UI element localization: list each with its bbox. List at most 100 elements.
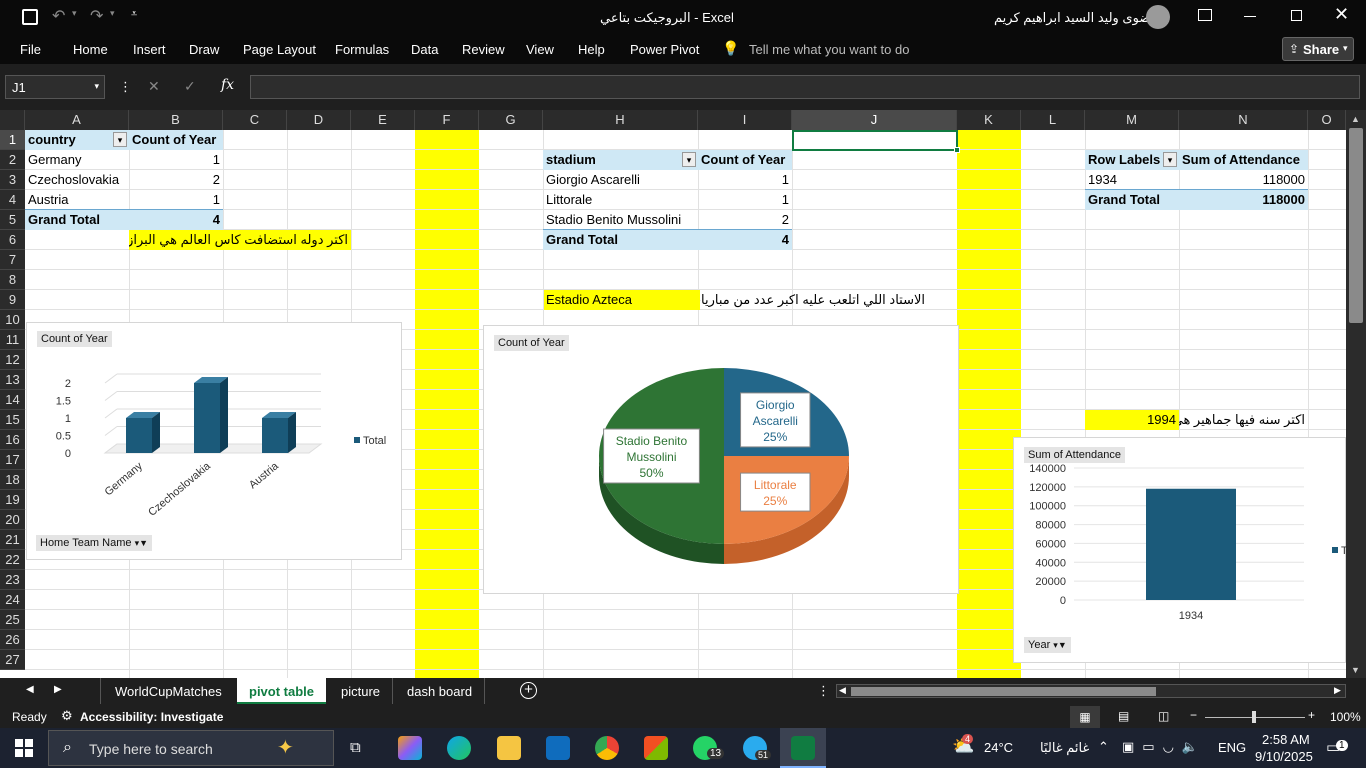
- chart3-filter-button[interactable]: Year ▾▼: [1024, 637, 1071, 653]
- close-icon[interactable]: ✕: [1334, 4, 1349, 25]
- weather-temp[interactable]: 24°C: [984, 740, 1013, 755]
- pivot1-grand-total-value[interactable]: 4: [129, 210, 223, 230]
- scroll-left-icon[interactable]: ◀: [839, 685, 846, 696]
- undo-dropdown-icon[interactable]: ▾: [72, 8, 77, 19]
- file-explorer-icon[interactable]: [497, 736, 521, 760]
- tab-file[interactable]: File: [20, 42, 41, 57]
- col-header-c[interactable]: C: [223, 110, 287, 130]
- taskbar-search[interactable]: ⌕ Type here to search ✦: [48, 730, 334, 766]
- sheet-tab-worldcupmatches[interactable]: WorldCupMatches: [100, 678, 236, 704]
- pivot1-row-value[interactable]: 1: [129, 190, 223, 210]
- note-most-hosting-country[interactable]: اكتر دوله استضافت كاس العالم هي البرازيل: [129, 230, 351, 250]
- col-header-l[interactable]: L: [1021, 110, 1085, 130]
- row-header[interactable]: 16: [0, 430, 25, 450]
- zoom-out-icon[interactable]: −: [1190, 708, 1197, 722]
- excel-taskbar-active[interactable]: [780, 728, 826, 768]
- zoom-in-icon[interactable]: +: [1308, 708, 1315, 722]
- minimize-icon[interactable]: [1244, 16, 1256, 17]
- tab-power-pivot[interactable]: Power Pivot: [630, 42, 699, 57]
- vertical-scroll-thumb[interactable]: [1349, 128, 1363, 323]
- row-header[interactable]: 13: [0, 370, 25, 390]
- tab-draw[interactable]: Draw: [189, 42, 219, 57]
- pivot2-row-value[interactable]: 2: [698, 210, 792, 230]
- note-peak-year[interactable]: 1994: [1085, 410, 1179, 430]
- row-header[interactable]: 2: [0, 150, 25, 170]
- tab-review[interactable]: Review: [462, 42, 505, 57]
- page-break-view-icon[interactable]: ◫: [1158, 709, 1169, 723]
- formula-input[interactable]: [250, 75, 1360, 99]
- normal-view-icon[interactable]: ▦: [1070, 706, 1100, 728]
- pivot2-grand-total-value[interactable]: 4: [698, 230, 792, 250]
- row-header[interactable]: 19: [0, 490, 25, 510]
- sheet-tab-dash-board[interactable]: dash board: [395, 678, 486, 704]
- pivot3-grand-total-value[interactable]: 118000: [1179, 190, 1308, 210]
- redo-icon[interactable]: ↷: [90, 6, 103, 26]
- cancel-icon[interactable]: ✕: [148, 78, 160, 95]
- undo-icon[interactable]: ↶: [52, 6, 65, 26]
- chart-count-by-country[interactable]: Count of Year 0 0.5 1 1.5 2 Germany Czechoslov…: [26, 322, 402, 560]
- col-header-e[interactable]: E: [351, 110, 415, 130]
- horizontal-scroll-thumb[interactable]: [851, 687, 1156, 696]
- col-header-b[interactable]: B: [129, 110, 223, 130]
- pivot2-row-label[interactable]: Stadio Benito Mussolini: [543, 210, 698, 230]
- tab-data[interactable]: Data: [411, 42, 438, 57]
- user-name[interactable]: رضوى وليد السيد ابراهيم كريم: [994, 10, 1157, 26]
- scroll-right-icon[interactable]: ▶: [1334, 685, 1341, 696]
- row-header[interactable]: 14: [0, 390, 25, 410]
- row-header[interactable]: 22: [0, 550, 25, 570]
- selected-cell-j1[interactable]: [792, 130, 958, 151]
- accessibility-icon[interactable]: ⚙: [61, 708, 73, 724]
- insert-function-icon[interactable]: fx: [221, 77, 234, 93]
- row-header[interactable]: 1: [0, 130, 25, 150]
- chevron-up-icon[interactable]: ⌃: [1098, 739, 1109, 755]
- pivot1-row-value[interactable]: 1: [129, 150, 223, 170]
- row-header[interactable]: 27: [0, 650, 25, 670]
- row-header[interactable]: 17: [0, 450, 25, 470]
- pivot3-row-value[interactable]: 118000: [1179, 170, 1308, 190]
- pivot2-row-label[interactable]: Littorale: [543, 190, 698, 210]
- chrome-icon[interactable]: [595, 736, 619, 760]
- customize-quick-access-icon[interactable]: ⩡: [131, 8, 137, 21]
- pivot2-row-label[interactable]: Giorgio Ascarelli: [543, 170, 698, 190]
- redo-dropdown-icon[interactable]: ▾: [110, 8, 115, 19]
- row-header[interactable]: 10: [0, 310, 25, 330]
- zoom-slider-thumb[interactable]: [1252, 711, 1256, 723]
- task-view-icon[interactable]: ⧉: [350, 739, 361, 756]
- accessibility-status[interactable]: Accessibility: Investigate: [80, 710, 223, 724]
- weather-text[interactable]: غائم غالبًا: [1040, 740, 1089, 756]
- ribbon-display-icon[interactable]: [1198, 9, 1212, 21]
- save-icon[interactable]: [22, 9, 38, 25]
- avatar[interactable]: [1146, 5, 1170, 29]
- vertical-scrollbar[interactable]: ▲ ▼: [1346, 110, 1366, 678]
- pivot2-header-count[interactable]: Count of Year: [698, 150, 792, 170]
- note-peak-attendance[interactable]: اكتر سنه فيها جماهير هي: [1179, 410, 1308, 430]
- pivot2-row-value[interactable]: 1: [698, 190, 792, 210]
- col-header-o[interactable]: O: [1308, 110, 1346, 130]
- name-box[interactable]: J1 ▾: [5, 75, 105, 99]
- next-sheet-icon[interactable]: ▶: [54, 684, 62, 695]
- row-header[interactable]: 18: [0, 470, 25, 490]
- col-header-m[interactable]: M: [1085, 110, 1179, 130]
- clock-time[interactable]: 2:58 AM: [1262, 732, 1310, 747]
- pivot1-row-label[interactable]: Germany: [25, 150, 129, 170]
- col-header-i[interactable]: I: [698, 110, 792, 130]
- share-button[interactable]: ⇪ Share ▾: [1282, 37, 1354, 61]
- row-header[interactable]: 8: [0, 270, 25, 290]
- add-sheet-icon[interactable]: +: [520, 682, 537, 699]
- pivot3-header-sum[interactable]: Sum of Attendance: [1179, 150, 1308, 170]
- chart-count-by-stadium[interactable]: Count of Year Giorgio Ascarelli 25% Littora…: [483, 325, 959, 594]
- pivot3-row-label[interactable]: 1934: [1085, 170, 1179, 190]
- windows-start-icon[interactable]: [15, 739, 33, 757]
- col-header-g[interactable]: G: [479, 110, 543, 130]
- filter-dropdown-icon[interactable]: ▾: [1163, 152, 1177, 167]
- prev-sheet-icon[interactable]: ◀: [26, 684, 34, 695]
- col-header-n[interactable]: N: [1179, 110, 1308, 130]
- copilot-icon[interactable]: [398, 736, 422, 760]
- tab-formulas[interactable]: Formulas: [335, 42, 389, 57]
- store-icon[interactable]: [644, 736, 668, 760]
- zoom-level[interactable]: 100%: [1330, 710, 1361, 724]
- enter-icon[interactable]: ✓: [184, 78, 196, 95]
- sheet-tab-pivot-table[interactable]: pivot table: [237, 678, 327, 704]
- col-header-a[interactable]: A: [25, 110, 129, 130]
- pivot2-row-value[interactable]: 1: [698, 170, 792, 190]
